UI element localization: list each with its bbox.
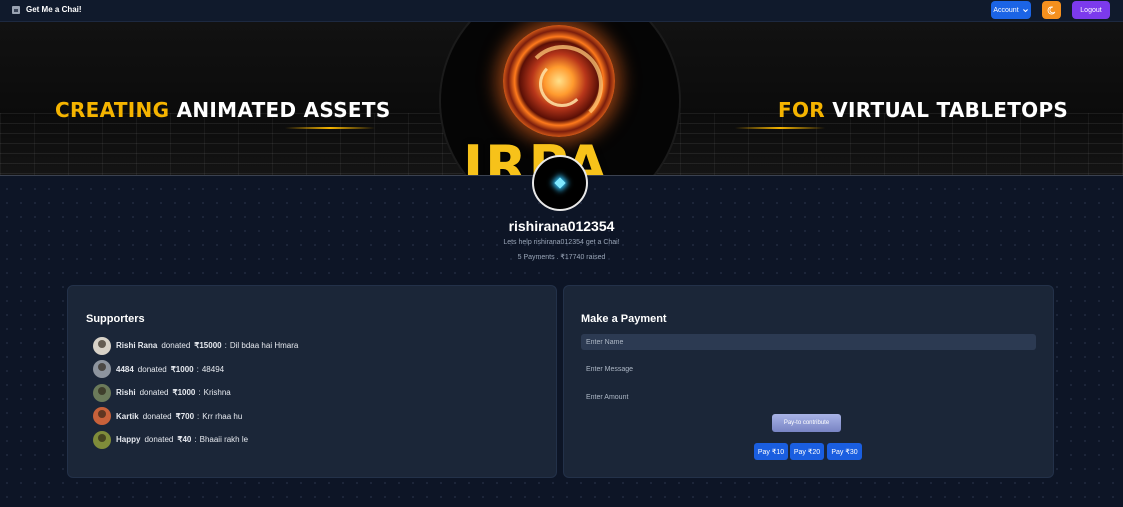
supporter-amount: ₹700: [175, 411, 195, 421]
supporter-donated-label: donated: [161, 341, 191, 351]
moon-icon: [1047, 5, 1056, 14]
cover-banner: IRPA CREATING ANIMATED ASSETS FOR VIRTUA…: [0, 22, 1123, 176]
list-item: Kartik donated ₹700 : Krr rhaa hu: [93, 405, 298, 429]
pay-to-contribute-button[interactable]: Pay-to contribute: [772, 414, 841, 432]
supporter-amount: ₹1000: [172, 388, 196, 398]
supporter-separator: :: [224, 341, 227, 351]
gem-icon: [554, 177, 566, 189]
payment-title: Make a Payment: [581, 313, 667, 325]
supporter-message: 48494: [201, 364, 225, 374]
list-item: Rishi Rana donated ₹15000 : Dil bdaa hai…: [93, 334, 298, 358]
quick-pay-30-button[interactable]: Pay ₹30: [827, 443, 862, 460]
supporter-message: Bhaaii rakh le: [199, 435, 249, 445]
brand[interactable]: Get Me a Chai!: [12, 5, 82, 14]
banner-left-text: ANIMATED ASSETS: [176, 98, 391, 122]
list-item: Happy donated ₹40 : Bhaaii rakh le: [93, 428, 298, 452]
supporter-separator: :: [196, 364, 199, 374]
supporter-amount: ₹1000: [170, 364, 194, 374]
payment-panel: Make a Payment Pay-to contribute Pay ₹10…: [563, 285, 1054, 478]
supporter-avatar: [93, 360, 111, 379]
banner-right-highlight: FOR: [778, 98, 825, 122]
profile-username: rishirana012354: [508, 218, 615, 234]
supporters-panel: Supporters Rishi Rana donated ₹15000 : D…: [67, 285, 557, 478]
supporters-list: Rishi Rana donated ₹15000 : Dil bdaa hai…: [93, 334, 298, 452]
supporter-amount: ₹15000: [194, 341, 222, 351]
banner-headline-left: CREATING ANIMATED ASSETS: [55, 98, 391, 122]
supporter-separator: :: [194, 435, 197, 445]
banner-glow-line-right: [735, 127, 825, 129]
supporter-avatar: [93, 336, 111, 355]
supporter-name: Rishi: [116, 388, 136, 398]
banner-headline-right: FOR VIRTUAL TABLETOPS: [778, 98, 1068, 122]
list-item: Rishi donated ₹1000 : Krishna: [93, 381, 298, 405]
navbar: Get Me a Chai! Account Logout: [0, 0, 1123, 22]
supporter-message: Dil bdaa hai Hmara: [229, 341, 299, 351]
supporter-donated-label: donated: [137, 364, 167, 374]
profile-stats: 5 Payments . ₹17740 raised: [517, 254, 606, 261]
supporter-avatar: [93, 407, 111, 426]
amount-input[interactable]: [581, 389, 1036, 405]
supporter-name: Happy: [116, 435, 141, 445]
supporter-donated-label: donated: [142, 411, 172, 421]
list-item: 4484 donated ₹1000 : 48494: [93, 358, 298, 382]
quick-pay-20-button[interactable]: Pay ₹20: [790, 443, 824, 460]
supporter-name: Rishi Rana: [116, 341, 158, 351]
supporter-avatar: [93, 383, 111, 402]
account-dropdown-button[interactable]: Account: [991, 1, 1031, 19]
supporter-message: Krr rhaa hu: [202, 411, 243, 421]
supporter-donated-label: donated: [144, 435, 174, 445]
name-input[interactable]: [581, 334, 1036, 350]
theme-toggle-button[interactable]: [1042, 1, 1061, 19]
fire-portal-graphic: [503, 25, 615, 137]
profile-avatar: [532, 155, 588, 211]
supporter-separator: :: [197, 411, 200, 421]
tea-cup-icon: [12, 5, 20, 14]
account-label: Account: [993, 6, 1019, 14]
message-input[interactable]: [581, 361, 1036, 377]
banner-left-highlight: CREATING: [55, 98, 170, 122]
supporter-name: Kartik: [116, 411, 139, 421]
supporter-donated-label: donated: [139, 388, 169, 398]
supporter-separator: :: [198, 388, 201, 398]
supporter-message: Krishna: [203, 388, 231, 398]
banner-glow-line-left: [285, 127, 375, 129]
chevron-down-icon: [1022, 8, 1028, 12]
quick-pay-10-button[interactable]: Pay ₹10: [754, 443, 788, 460]
profile-tagline: Lets help rishirana012354 get a Chai!: [503, 239, 620, 246]
logout-button[interactable]: Logout: [1072, 1, 1110, 19]
supporter-name: 4484: [116, 364, 134, 374]
brand-title: Get Me a Chai!: [26, 5, 82, 14]
supporters-title: Supporters: [86, 313, 145, 325]
supporter-amount: ₹40: [177, 435, 192, 445]
banner-right-text: VIRTUAL TABLETOPS: [832, 98, 1069, 122]
supporter-avatar: [93, 430, 111, 449]
